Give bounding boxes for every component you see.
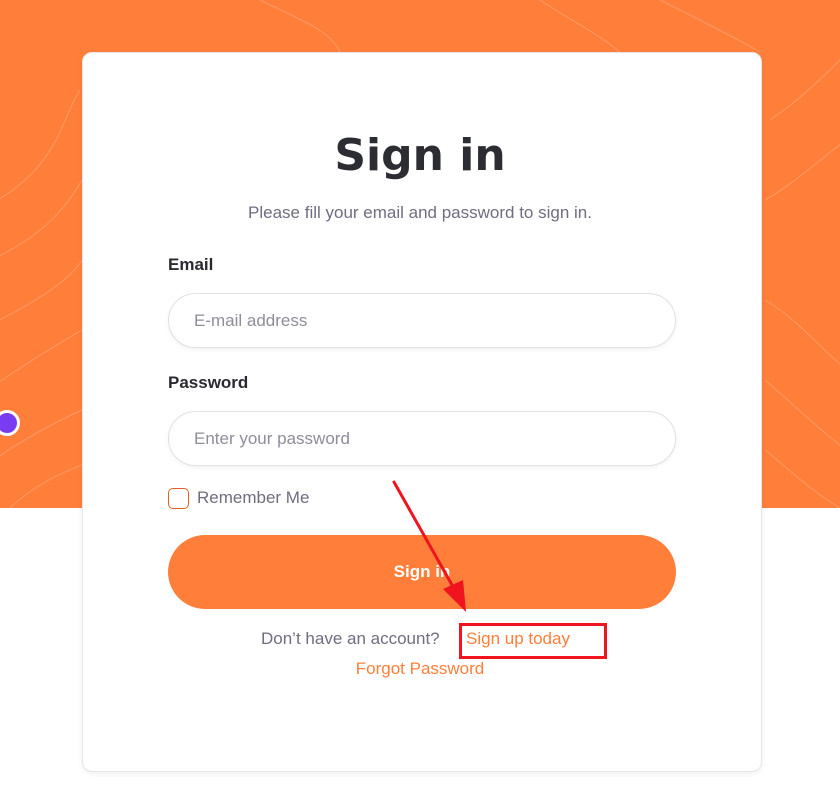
checkbox-unchecked-icon[interactable] (168, 487, 189, 509)
email-label: Email (168, 255, 214, 274)
password-label: Password (168, 373, 249, 392)
remember-me-option[interactable]: Remember Me (168, 487, 309, 509)
signup-link[interactable]: Sign up today (466, 629, 570, 649)
signin-button[interactable]: Sign in (168, 535, 676, 609)
email-field[interactable] (168, 293, 676, 348)
signup-prompt: Don’t have an account? (261, 629, 440, 648)
forgot-password-link[interactable]: Forgot Password (0, 659, 840, 679)
page-subtitle: Please fill your email and password to s… (248, 203, 592, 222)
password-field[interactable] (168, 411, 676, 466)
remember-me-label: Remember Me (197, 488, 310, 507)
page: Sign in Please fill your email and passw… (0, 0, 840, 810)
page-title: Sign in (334, 130, 506, 181)
